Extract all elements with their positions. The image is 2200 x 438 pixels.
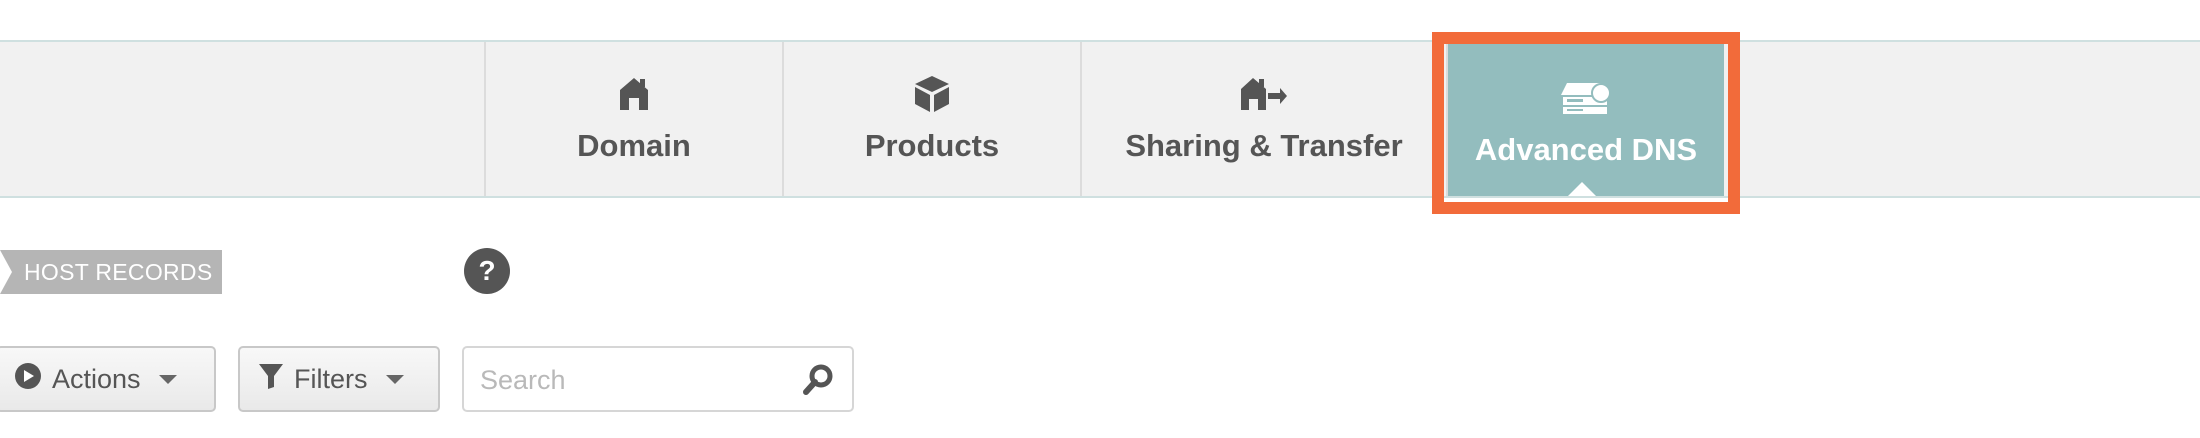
- home-arrow-icon: [1240, 72, 1288, 116]
- actions-label: Actions: [52, 363, 141, 394]
- actions-dropdown-button[interactable]: Actions: [0, 346, 216, 412]
- search-icon[interactable]: [802, 364, 834, 401]
- tab-sharing-transfer[interactable]: Sharing & Transfer: [1080, 42, 1446, 196]
- tab-domain[interactable]: Domain: [484, 42, 782, 196]
- tab-label: Products: [864, 128, 1000, 163]
- search-box: [462, 346, 854, 412]
- help-icon[interactable]: ?: [464, 248, 510, 294]
- box-icon: [912, 72, 952, 116]
- chevron-down-icon: [385, 374, 404, 384]
- tab-label: Domain: [577, 128, 691, 163]
- nav-tab-bar: Domain Products Sharing & Transfer Advan…: [0, 40, 2200, 198]
- home-icon: [619, 72, 649, 116]
- chevron-down-icon: [158, 374, 177, 384]
- section-label-host-records: HOST RECORDS: [0, 250, 222, 294]
- filter-icon: [258, 362, 284, 397]
- highlight-box: [1432, 32, 1740, 214]
- tab-products[interactable]: Products: [782, 42, 1080, 196]
- search-input[interactable]: [478, 358, 782, 402]
- filters-label: Filters: [294, 363, 368, 394]
- tab-label: Sharing & Transfer: [1125, 128, 1403, 163]
- filters-dropdown-button[interactable]: Filters: [238, 346, 440, 412]
- play-circle-icon: [14, 362, 42, 397]
